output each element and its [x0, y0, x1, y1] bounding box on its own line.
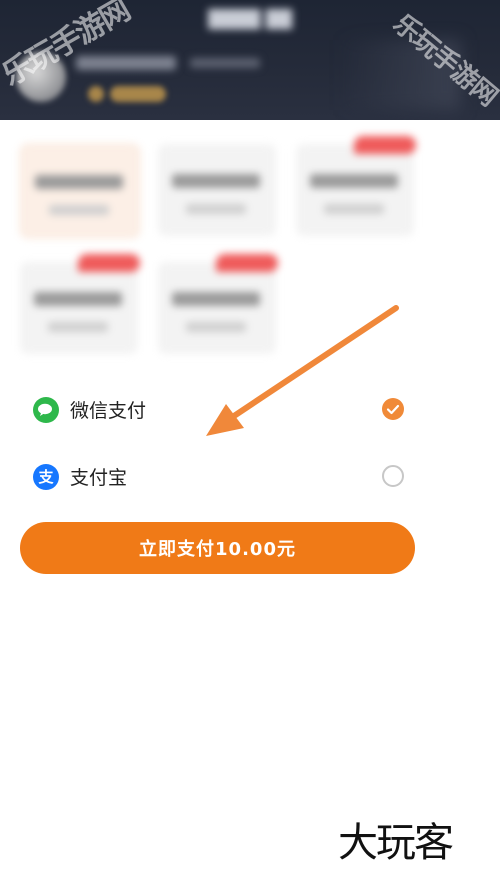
- username-blurred: [76, 56, 176, 70]
- payment-option-label: 微信支付: [70, 400, 147, 422]
- alipay-icon: 支: [33, 464, 59, 490]
- wechat-icon: [33, 397, 59, 423]
- package-card[interactable]: [296, 136, 416, 236]
- user-id-blurred: [190, 58, 260, 68]
- radio-unchecked[interactable]: [382, 465, 404, 487]
- checkmark-icon: [386, 404, 400, 415]
- radio-checked[interactable]: [382, 398, 404, 420]
- package-card[interactable]: [20, 144, 140, 238]
- package-card[interactable]: [158, 144, 276, 236]
- vip-icon: [88, 86, 104, 102]
- payment-option-wechat[interactable]: 微信支付: [0, 384, 500, 434]
- discount-tag: [354, 136, 416, 154]
- watermark-bottom: 大玩客: [338, 820, 454, 866]
- package-card[interactable]: [20, 254, 140, 354]
- pay-now-button[interactable]: 立即支付10.00元: [20, 522, 415, 574]
- package-grid: [0, 120, 500, 370]
- payment-option-alipay[interactable]: 支 支付宝: [0, 451, 500, 501]
- discount-tag: [216, 254, 278, 272]
- payment-option-label: 支付宝: [70, 467, 128, 489]
- discount-tag: [78, 254, 140, 272]
- vip-badge-blurred: [110, 86, 166, 102]
- package-card[interactable]: [158, 254, 278, 354]
